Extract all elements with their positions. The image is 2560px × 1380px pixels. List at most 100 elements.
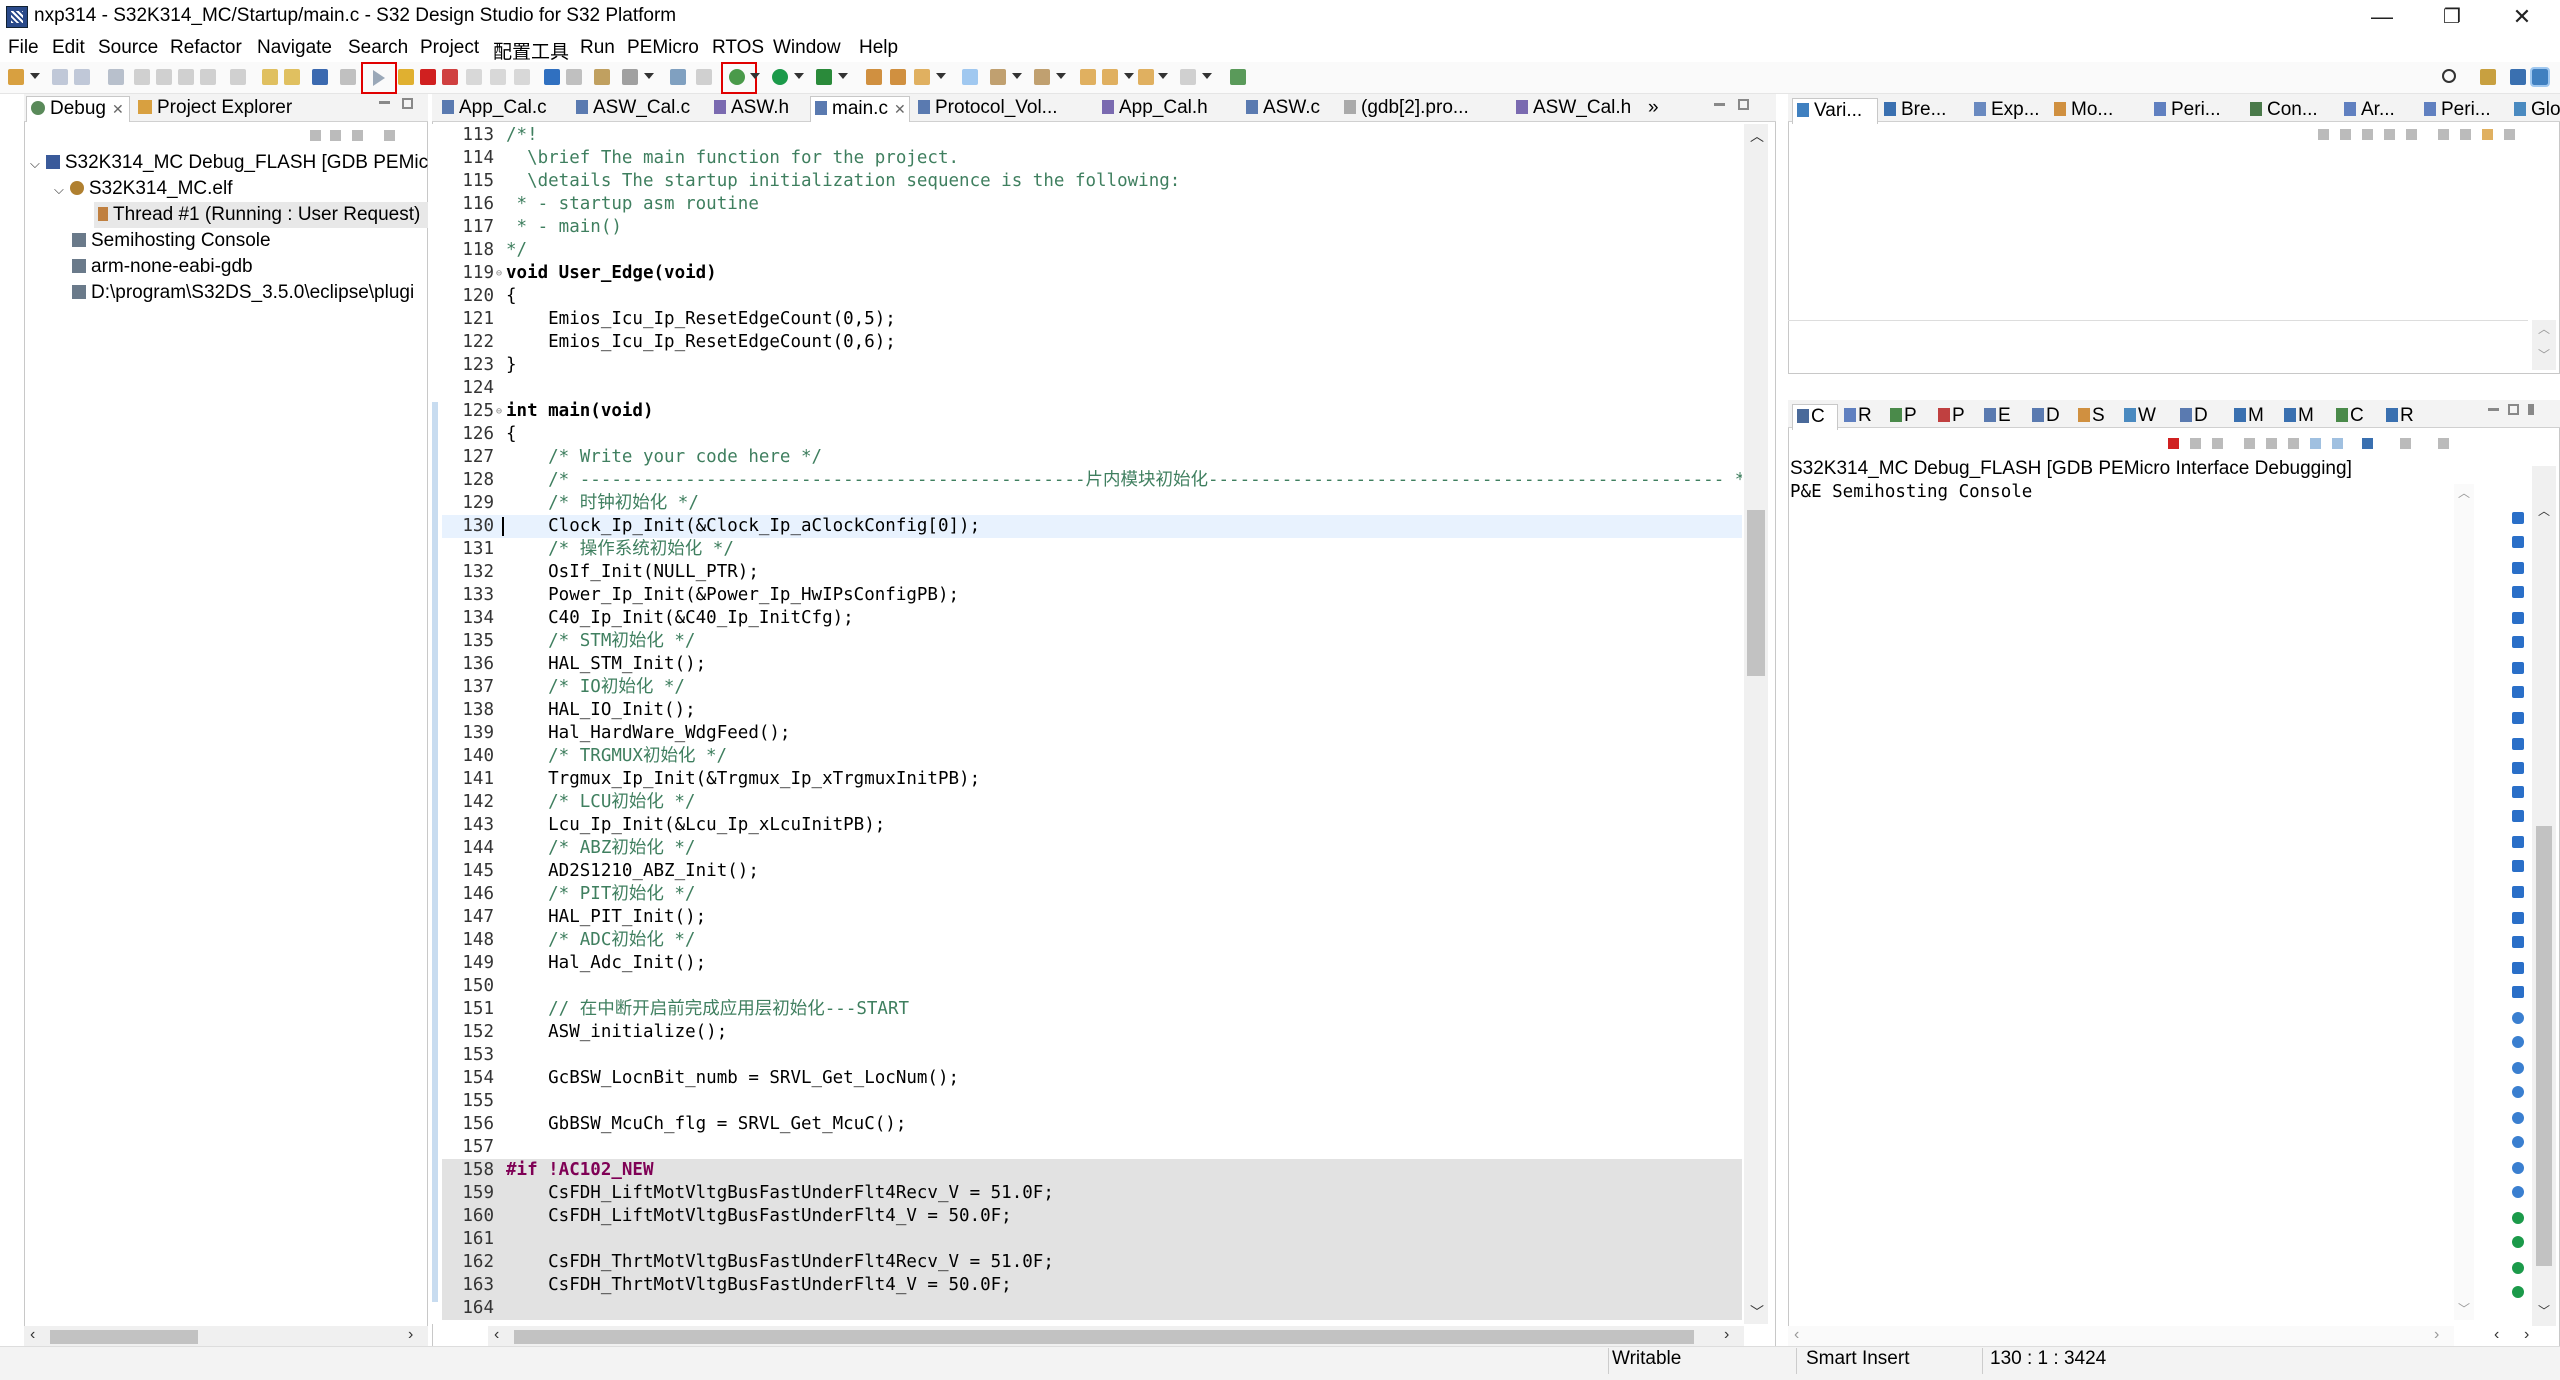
code-line[interactable]: 133 Power_Ip_Init(&Power_Ip_HwIPsConfigP… <box>442 584 1742 607</box>
cc-perspective-icon[interactable] <box>2510 69 2526 85</box>
pin-console-icon[interactable] <box>2438 438 2449 449</box>
close-icon[interactable]: ✕ <box>894 101 906 117</box>
code-line[interactable]: 146 /* PIT初始化 */ <box>442 883 1742 906</box>
code-line[interactable]: 122 Emios_Icu_Ip_ResetEdgeCount(0,6); <box>442 331 1742 354</box>
code-line[interactable]: 164 <box>442 1297 1742 1320</box>
remove-all-terminated-icon[interactable] <box>2212 438 2223 449</box>
scroll-up-icon[interactable]: ︿ <box>2538 320 2550 337</box>
run-dropdown-icon[interactable] <box>794 73 804 79</box>
open-type-icon[interactable] <box>866 69 882 85</box>
code-line[interactable]: 114 \brief The main function for the pro… <box>442 147 1742 170</box>
refresh-icon[interactable] <box>200 69 216 85</box>
build-icon[interactable] <box>134 69 150 85</box>
tree-icon[interactable] <box>2460 129 2471 140</box>
breakpoint-marker-icon[interactable] <box>2512 762 2524 774</box>
breakpoint-marker-icon[interactable] <box>2512 986 2524 998</box>
breakpoint-marker-icon[interactable] <box>2512 860 2524 872</box>
code-line[interactable]: 163 CsFDH_ThrtMotVltgBusFastUnderFlt4_V … <box>442 1274 1742 1297</box>
target-icon[interactable] <box>622 69 638 85</box>
gear-icon[interactable] <box>696 69 712 85</box>
code-editor[interactable]: 113/*! 114 \brief The main function for t… <box>442 124 1742 1324</box>
scroll-down-icon[interactable]: ﹀ <box>2538 346 2550 363</box>
maximize-view-icon[interactable] <box>402 98 413 109</box>
step-into-icon[interactable] <box>466 69 482 85</box>
disconnect-icon[interactable] <box>442 69 458 85</box>
remove-terminated-icon[interactable] <box>330 130 341 141</box>
code-line[interactable]: 130 Clock_Ip_Init(&Clock_Ip_aClockConfig… <box>442 515 1742 538</box>
code-line[interactable]: 117 * - main() <box>442 216 1742 239</box>
debug-bug-icon[interactable] <box>729 69 745 85</box>
chevron-down-icon[interactable]: ⌵ <box>30 156 40 171</box>
code-line[interactable]: 120 { <box>442 285 1742 308</box>
minimize-view-icon[interactable] <box>1714 103 1725 106</box>
tree-elf[interactable]: ⌵ S32K314_MC.elf <box>54 176 233 202</box>
close-icon[interactable]: ✕ <box>112 101 124 117</box>
breakpoint-marker-icon[interactable] <box>2512 962 2524 974</box>
scroll-lock-icon[interactable] <box>2266 438 2277 449</box>
tab-modules[interactable]: Mo... <box>2050 98 2148 124</box>
copy-icon[interactable] <box>230 69 246 85</box>
breakpoint-marker-icon[interactable] <box>2512 512 2524 524</box>
maximize-view-icon[interactable] <box>2508 404 2519 415</box>
collapse-icon[interactable] <box>2384 129 2395 140</box>
tree-semihosting[interactable]: Semihosting Console <box>72 228 271 254</box>
link-icon[interactable] <box>2406 129 2417 140</box>
tab-disassembly[interactable]: D <box>2028 404 2072 430</box>
step-return-icon[interactable] <box>514 69 530 85</box>
resume-icon[interactable] <box>373 70 385 86</box>
tree-thread[interactable]: Thread #1 (Running : User Request) <box>94 202 428 228</box>
open-element-icon[interactable] <box>890 69 906 85</box>
word-wrap-icon[interactable] <box>2288 438 2299 449</box>
code-line[interactable]: 152 ASW_initialize(); <box>442 1021 1742 1044</box>
remove-launch-icon[interactable] <box>2190 438 2201 449</box>
code-line[interactable]: 135 /* STM初始化 */ <box>442 630 1742 653</box>
code-line[interactable]: 136 HAL_STM_Init(); <box>442 653 1742 676</box>
redo-icon[interactable] <box>284 69 300 85</box>
menu-source[interactable]: Source <box>98 37 158 59</box>
editor-tab-asw-c[interactable]: ASW.c <box>1242 96 1338 122</box>
breakpoint-marker-icon[interactable] <box>2512 686 2524 698</box>
next-annotation-dropdown-icon[interactable] <box>1012 73 1022 79</box>
code-line[interactable]: 154 GcBSW_LocnBit_numb = SRVL_Get_LocNum… <box>442 1067 1742 1090</box>
menu-search[interactable]: Search <box>348 37 408 59</box>
editor-tab-asw-h[interactable]: ASW.h <box>710 96 806 122</box>
remove-icon[interactable] <box>2318 129 2329 140</box>
tab-executables[interactable]: E <box>1980 404 2024 430</box>
chevron-down-icon[interactable]: ⌵ <box>54 182 64 197</box>
build-all-icon[interactable] <box>156 69 172 85</box>
breakpoint-marker-icon[interactable] <box>2512 810 2524 822</box>
scroll-up-icon[interactable]: ︿ <box>2458 484 2470 501</box>
code-line[interactable]: 132 OsIf_Init(NULL_PTR); <box>442 561 1742 584</box>
tab-variables[interactable]: Vari... <box>1792 98 1878 124</box>
left-hscrollbar[interactable]: ‹ › <box>24 1326 428 1348</box>
code-line[interactable]: 121 Emios_Icu_Ip_ResetEdgeCount(0,5); <box>442 308 1742 331</box>
side-strip-hscroll[interactable]: ‹ › <box>2494 1326 2554 1348</box>
code-line[interactable]: 131 /* 操作系统初始化 */ <box>442 538 1742 561</box>
code-line[interactable]: 129 /* 时钟初始化 */ <box>442 492 1742 515</box>
breakpoint-marker-icon[interactable] <box>2512 636 2524 648</box>
filter-icon[interactable] <box>2482 129 2493 140</box>
code-line[interactable]: 144 /* ABZ初始化 */ <box>442 837 1742 860</box>
menu-edit[interactable]: Edit <box>52 37 85 59</box>
breakpoint-marker-icon[interactable] <box>2512 1236 2524 1248</box>
show-on-stdout-icon[interactable] <box>2310 438 2321 449</box>
code-line[interactable]: 150 <box>442 975 1742 998</box>
clean-icon[interactable] <box>178 69 194 85</box>
code-line[interactable]: 153 <box>442 1044 1742 1067</box>
scroll-up-icon[interactable]: ︿ <box>1750 126 1764 146</box>
forward-dropdown-icon[interactable] <box>1202 73 1212 79</box>
fold-icon[interactable]: ⊖ <box>496 400 502 423</box>
new-dropdown-icon[interactable] <box>30 73 40 79</box>
menu-rtos[interactable]: RTOS <box>712 37 764 59</box>
scroll-right-icon[interactable]: › <box>2524 1326 2529 1344</box>
scroll-left-icon[interactable]: ‹ <box>30 1326 35 1344</box>
code-line[interactable]: 155 <box>442 1090 1742 1113</box>
toggle-mark-icon[interactable] <box>962 69 978 85</box>
scroll-right-icon[interactable]: › <box>1724 1326 1729 1344</box>
breakpoint-marker-icon[interactable] <box>2512 612 2524 624</box>
forward-icon[interactable] <box>1180 69 1196 85</box>
scroll-right-icon[interactable]: › <box>2434 1326 2439 1344</box>
code-line[interactable]: 160 CsFDH_LiftMotVltgBusFastUnderFlt4_V … <box>442 1205 1742 1228</box>
tab-peripherals[interactable]: Peri... <box>2150 98 2244 124</box>
breakpoint-marker-icon[interactable] <box>2512 912 2524 924</box>
